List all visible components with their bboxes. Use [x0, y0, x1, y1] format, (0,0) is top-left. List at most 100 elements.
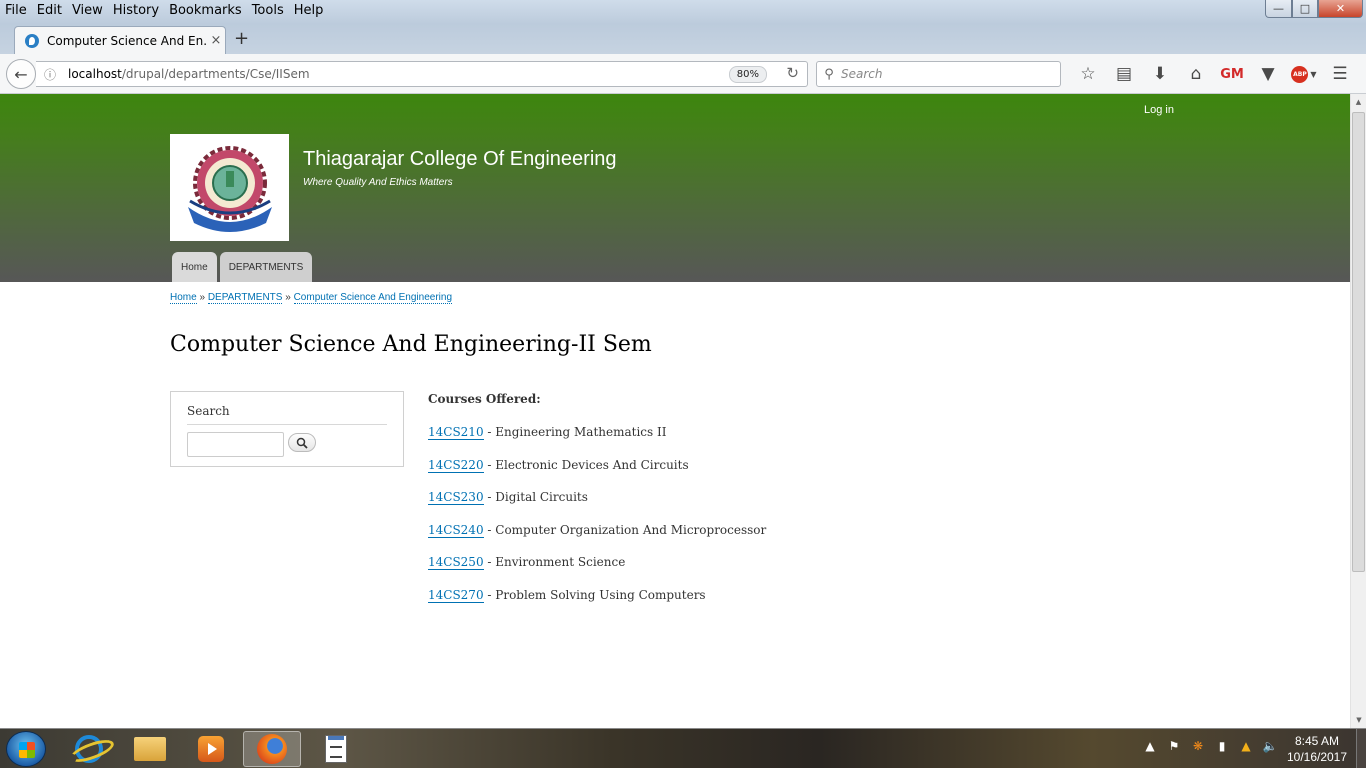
site-header: Log in Thiagarajar College Of Engineerin…	[0, 94, 1350, 282]
search-icon: ⚲	[824, 66, 834, 82]
course-code-link[interactable]: 14CS270	[428, 587, 484, 603]
system-clock[interactable]: 8:45 AM 10/16/2017	[1282, 733, 1352, 765]
course-name: - Environment Science	[483, 555, 626, 570]
course-name: - Problem Solving Using Computers	[483, 587, 706, 602]
vertical-scrollbar[interactable]: ▲ ▼	[1350, 94, 1366, 728]
breadcrumb-separator: »	[285, 292, 291, 303]
clock-time: 8:45 AM	[1294, 734, 1340, 748]
battery-icon[interactable]: ▮	[1210, 739, 1234, 753]
adblock-plus-icon[interactable]: ABP ▼	[1286, 62, 1322, 86]
show-hidden-icons-icon[interactable]: ▲	[1138, 739, 1162, 753]
network-icon[interactable]: ▲	[1234, 739, 1258, 753]
course-item: 14CS250 - Environment Science	[428, 555, 766, 588]
window-controls: — □ ✕	[1265, 0, 1363, 18]
site-name[interactable]: Thiagarajar College Of Engineering	[303, 148, 617, 171]
back-button[interactable]: ←	[6, 59, 36, 89]
action-center-flag-icon[interactable]: ⚑	[1162, 739, 1186, 753]
zoom-indicator[interactable]: 80%	[728, 66, 767, 83]
tab-strip: Computer Science And En... × +	[0, 24, 1366, 54]
nav-home[interactable]: Home	[172, 252, 217, 282]
navigation-toolbar: ← ⓘ localhost /drupal/departments/Cse/II…	[0, 54, 1366, 94]
site-slogan: Where Quality And Ethics Matters	[303, 177, 453, 188]
taskbar-notepad[interactable]	[307, 731, 365, 767]
page-title: Computer Science And Engineering-II Sem	[170, 332, 652, 357]
course-code-link[interactable]: 14CS250	[428, 555, 484, 571]
volume-muted-icon[interactable]: 🔈	[1258, 739, 1282, 753]
course-name: - Electronic Devices And Circuits	[483, 457, 689, 472]
course-code-link[interactable]: 14CS220	[428, 457, 484, 473]
tab-close-icon[interactable]: ×	[207, 33, 225, 48]
clock-date: 10/16/2017	[1286, 750, 1348, 764]
scroll-up-icon[interactable]: ▲	[1351, 94, 1366, 110]
url-bar[interactable]: ⓘ localhost /drupal/departments/Cse/IISe…	[36, 61, 808, 87]
show-desktop-button[interactable]	[1356, 729, 1366, 768]
menu-bookmarks[interactable]: Bookmarks	[164, 2, 247, 20]
taskbar-media-player[interactable]	[182, 731, 240, 767]
course-name: - Engineering Mathematics II	[483, 425, 667, 439]
media-player-icon	[198, 736, 224, 762]
new-tab-button[interactable]: +	[234, 28, 249, 49]
back-arrow-icon: ←	[14, 64, 28, 84]
reload-icon[interactable]: ↻	[786, 64, 799, 82]
taskbar-internet-explorer[interactable]	[60, 731, 118, 767]
menu-file[interactable]: File	[0, 2, 32, 20]
course-item: 14CS240 - Computer Organization And Micr…	[428, 522, 767, 556]
title-bar: File Edit View History Bookmarks Tools H…	[0, 0, 1366, 24]
hamburger-menu-icon[interactable]: ☰	[1322, 62, 1358, 86]
course-item: 14CS230 - Digital Circuits	[428, 490, 766, 523]
downloads-icon[interactable]: ⬇	[1142, 62, 1178, 86]
start-button[interactable]	[6, 731, 46, 767]
pocket-icon[interactable]: ▼	[1250, 62, 1286, 86]
minimize-button[interactable]: —	[1265, 0, 1292, 18]
home-icon[interactable]: ⌂	[1178, 62, 1214, 86]
browser-tab[interactable]: Computer Science And En... ×	[14, 26, 226, 54]
main-menu: Home DEPARTMENTS	[172, 252, 315, 282]
college-logo[interactable]	[170, 134, 289, 241]
course-code-link[interactable]: 14CS240	[428, 522, 484, 538]
tab-title: Computer Science And En...	[47, 33, 207, 48]
search-bar[interactable]: ⚲ Search	[816, 61, 1061, 87]
internet-explorer-icon	[75, 735, 103, 763]
breadcrumb-departments[interactable]: DEPARTMENTS	[207, 292, 283, 304]
bookmark-star-icon[interactable]: ☆	[1070, 62, 1106, 86]
college-emblem-icon	[187, 145, 272, 232]
gm-extension-icon[interactable]: GM	[1214, 62, 1250, 86]
search-submit-button[interactable]	[288, 433, 316, 452]
menu-tools[interactable]: Tools	[247, 2, 289, 20]
info-icon[interactable]: ⓘ	[38, 66, 62, 83]
taskbar-file-explorer[interactable]	[121, 731, 179, 767]
scroll-down-icon[interactable]: ▼	[1351, 712, 1366, 728]
scrollbar-thumb[interactable]	[1352, 112, 1365, 572]
course-code-link[interactable]: 14CS230	[428, 490, 484, 506]
search-input[interactable]	[187, 432, 284, 457]
folder-icon	[134, 737, 166, 761]
login-link[interactable]: Log in	[1144, 104, 1174, 116]
nav-departments[interactable]: DEPARTMENTS	[219, 252, 313, 282]
avast-icon[interactable]: ❋	[1186, 739, 1210, 753]
course-code-link[interactable]: 14CS210	[428, 425, 484, 440]
url-host: localhost	[68, 67, 122, 81]
menu-history[interactable]: History	[108, 2, 164, 20]
course-item: 14CS220 - Electronic Devices And Circuit…	[428, 457, 766, 491]
menu-bar: File Edit View History Bookmarks Tools H…	[0, 2, 328, 20]
course-name: - Computer Organization And Microprocess…	[483, 522, 767, 537]
menu-view[interactable]: View	[67, 2, 108, 20]
course-item: 14CS270 - Problem Solving Using Computer…	[428, 587, 766, 621]
menu-edit[interactable]: Edit	[32, 2, 67, 20]
courses-heading: Courses Offered:	[428, 392, 541, 406]
firefox-icon	[257, 734, 287, 764]
url-path: /drupal/departments/Cse/IISem	[121, 67, 310, 81]
menu-help[interactable]: Help	[289, 2, 329, 20]
page-viewport: Log in Thiagarajar College Of Engineerin…	[0, 94, 1350, 728]
magnifier-icon	[296, 437, 308, 449]
search-block: Search	[170, 391, 404, 467]
close-window-button[interactable]: ✕	[1318, 0, 1363, 18]
breadcrumb: Home » DEPARTMENTS » Computer Science An…	[170, 292, 453, 304]
breadcrumb-home[interactable]: Home	[170, 292, 197, 304]
search-block-title: Search	[187, 404, 230, 418]
taskbar-firefox[interactable]	[243, 731, 301, 767]
maximize-button[interactable]: □	[1292, 0, 1318, 18]
taskbar: ▲ ⚑ ❋ ▮ ▲ 🔈 8:45 AM 10/16/2017	[0, 728, 1366, 768]
breadcrumb-cse[interactable]: Computer Science And Engineering	[293, 292, 453, 304]
reading-list-icon[interactable]: ▤	[1106, 62, 1142, 86]
